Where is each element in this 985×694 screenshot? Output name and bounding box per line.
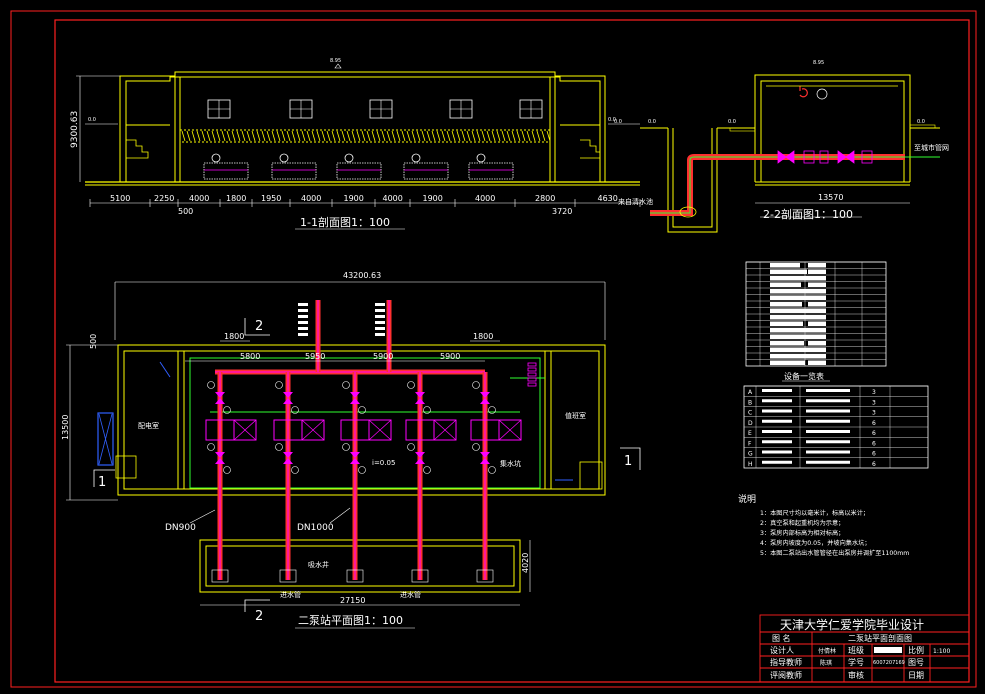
inlet-left-label: 进水管 <box>280 590 301 599</box>
section-1-dim: 4000 <box>301 194 321 203</box>
section-2-level-d: 0.0 <box>917 119 925 125</box>
equipment-qty: 3 <box>872 399 876 406</box>
class-redacted <box>874 647 902 653</box>
section-2-width-dim: 13570 <box>818 193 843 202</box>
plan-dim-2: 5950 <box>305 352 325 361</box>
plan-short-dim-1: 1800 <box>224 332 244 341</box>
to-city-label: 至城市管网 <box>914 143 949 152</box>
drawing-name: 二泵站平面剖面图 <box>848 633 912 643</box>
note-5: 5：本图二泵站出水管管径在出泵房井调扩至1100mm <box>760 549 909 557</box>
reviewer-label: 评阅教师 <box>770 670 802 680</box>
section-1-dim: 4000 <box>189 194 209 203</box>
note-1: 1：本图尺寸均以毫米计，标高以米计； <box>760 509 869 517</box>
plan-dim-4: 5900 <box>440 352 460 361</box>
designer-label: 设计人 <box>770 645 794 655</box>
plan-dim-1: 5800 <box>240 352 260 361</box>
drawing-name-label: 图 名 <box>772 633 791 643</box>
section-1-dim: 1950 <box>261 194 281 203</box>
section-2-title: 2-2剖面图1：100 <box>763 207 853 221</box>
room-right-label: 值班室 <box>565 411 586 420</box>
equipment-code: D <box>748 420 753 427</box>
section-1-title: 1-1剖面图1：100 <box>300 215 390 229</box>
section-2-top-level: 8.95 <box>813 60 824 66</box>
school-title: 天津大学仁爱学院毕业设计 <box>780 617 924 632</box>
check-label: 审核 <box>848 670 864 680</box>
plan-height-dim: 13500 <box>61 415 70 440</box>
equipment-code: B <box>748 399 752 406</box>
equipment-code: E <box>748 430 752 437</box>
section-1-dim: 1800 <box>226 194 246 203</box>
notes-title: 说明 <box>738 493 756 505</box>
equipment-qty: 6 <box>872 440 876 447</box>
section-1-dim: 1900 <box>423 194 443 203</box>
section-1-dim: 2800 <box>535 194 555 203</box>
student-no-label: 学号 <box>848 657 864 667</box>
equipment-qty: 6 <box>872 451 876 458</box>
note-2: 2：真空泵和起重机均为示意； <box>760 519 844 527</box>
plan-dim-3: 5900 <box>373 352 393 361</box>
equipment-code: C <box>748 410 752 417</box>
well-height-dim: 4020 <box>521 553 530 573</box>
section-1-dim: 5100 <box>110 194 130 203</box>
designer-name: 付倩林 <box>818 647 836 655</box>
section-2-level-b: 0.0 <box>648 119 656 125</box>
class-label: 班级 <box>848 645 864 655</box>
equipment-code: G <box>748 451 753 458</box>
room-left-label: 配电室 <box>138 421 159 430</box>
section-1-left-level: 0.0 <box>88 117 96 123</box>
equipment-qty: 3 <box>872 410 876 417</box>
section-1-top-level: 8.95 <box>330 58 341 64</box>
student-no: 6007207169 <box>873 660 905 666</box>
scale-value: 1:100 <box>933 648 950 655</box>
pipe-left-label: DN900 <box>165 523 196 533</box>
plan-short-dim-2: 1800 <box>473 332 493 341</box>
advisor-label: 指导教师 <box>770 657 802 667</box>
section-1-dim: 2250 <box>154 194 174 203</box>
equipment-qty: 6 <box>872 420 876 427</box>
well-label: 吸水井 <box>308 560 329 569</box>
note-4: 4：泵房内坡度为0.05，并坡向集水坑； <box>760 539 871 547</box>
section-1-height-dim: 9300.63 <box>70 111 80 148</box>
section-1-dim: 1900 <box>344 194 364 203</box>
equipment-table-title: 设备一览表 <box>784 371 824 381</box>
scale-label: 比例 <box>908 645 924 655</box>
section-marker-2-bottom: 2 <box>255 609 263 624</box>
advisor-name: 陈琪 <box>820 659 832 667</box>
cad-canvas[interactable]: 8.95 0.0 0.0 9300.63 5100 2250 4000 1800 195… <box>0 0 985 690</box>
section-1-sub-dim-right: 3720 <box>552 207 572 216</box>
plan-bottom-dim: 27150 <box>340 596 365 605</box>
from-pool-label: 来自清水池 <box>618 197 653 206</box>
equipment-code: H <box>748 461 753 468</box>
section-1-sub-dim-left: 500 <box>178 207 193 216</box>
plan-title: 二泵站平面图1：100 <box>298 613 403 627</box>
equipment-code: F <box>748 440 752 447</box>
equipment-qty: 3 <box>872 389 876 396</box>
section-2-level-c: 0.0 <box>728 119 736 125</box>
section-1-dim: 4630 <box>598 194 618 203</box>
equipment-qty: 6 <box>872 430 876 437</box>
section-1-dim: 4000 <box>475 194 495 203</box>
date-label: 日期 <box>908 671 924 680</box>
cad-drawing: 8.95 0.0 0.0 9300.63 5100 2250 4000 1800 195… <box>0 0 985 690</box>
equipment-qty: 6 <box>872 461 876 468</box>
pipe-mid-label: DN1000 <box>297 523 334 533</box>
section-marker-1-right: 1 <box>624 454 632 469</box>
section-2-level-a: 0.0 <box>614 119 622 125</box>
section-marker-1-left: 1 <box>98 475 106 490</box>
slope-label: i=0.05 <box>372 459 395 467</box>
plan-overall-width: 43200.63 <box>343 271 381 280</box>
section-1-dim: 4000 <box>383 194 403 203</box>
plan-left-dim: 500 <box>89 334 98 349</box>
drain-label: 集水坑 <box>500 459 521 468</box>
inlet-right-label: 进水管 <box>400 590 421 599</box>
note-3: 3：泵房内部标高为相对标高； <box>760 529 844 537</box>
section-marker-2-top: 2 <box>255 319 263 334</box>
drawing-no-label: 图号 <box>908 658 924 667</box>
